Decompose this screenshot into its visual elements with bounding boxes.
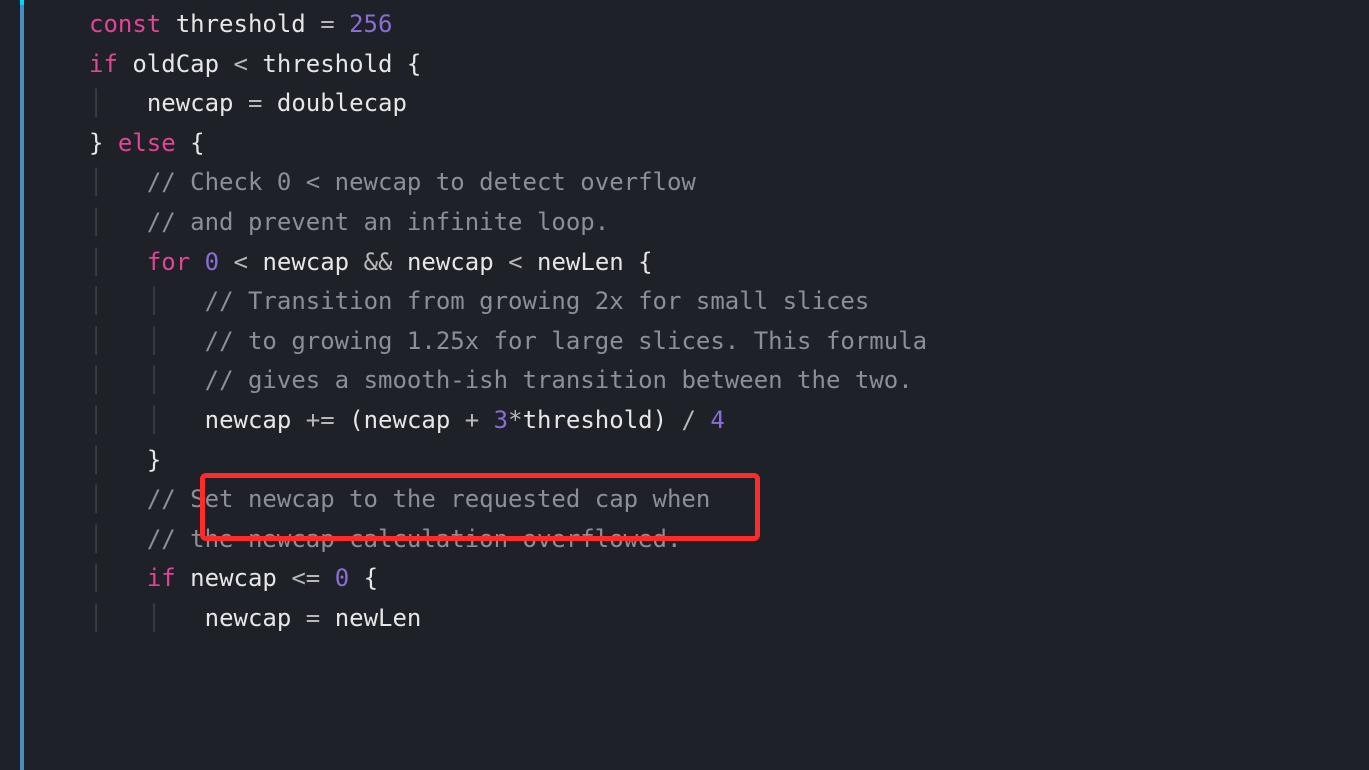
code-line[interactable]: │ │ // Transition from growing 2x for sm…: [35, 282, 1369, 322]
token-ident: threshold: [176, 10, 306, 38]
token-op: &&: [364, 248, 393, 276]
code-line[interactable]: │ }: [35, 441, 1369, 481]
token-ident: newLen: [537, 248, 624, 276]
code-line[interactable]: │ // and prevent an infinite loop.: [35, 203, 1369, 243]
token-op: *: [508, 406, 522, 434]
token-ident: newcap: [190, 564, 277, 592]
code-line[interactable]: │ │ newcap = newLen: [35, 599, 1369, 639]
code-line[interactable]: │ │ // to growing 1.25x for large slices…: [35, 322, 1369, 362]
token-cmt: // gives a smooth-ish transition between…: [205, 366, 913, 394]
token-num: 3: [494, 406, 508, 434]
code-line[interactable]: │ │ // gives a smooth-ish transition bet…: [35, 361, 1369, 401]
code-line[interactable]: } else {: [35, 124, 1369, 164]
token-ident: newcap: [364, 406, 451, 434]
code-line[interactable]: │ // Set newcap to the requested cap whe…: [35, 480, 1369, 520]
token-punc: {: [364, 564, 378, 592]
token-op: +: [465, 406, 479, 434]
token-punc: (: [349, 406, 363, 434]
token-num: 0: [205, 248, 219, 276]
token-op: +=: [306, 406, 335, 434]
token-op: =: [306, 604, 320, 632]
token-kw: if: [147, 564, 176, 592]
token-kw: else: [118, 129, 176, 157]
token-ident: threshold: [523, 406, 653, 434]
token-op: =: [248, 89, 262, 117]
token-punc: {: [190, 129, 204, 157]
code-line[interactable]: │ newcap = doublecap: [35, 84, 1369, 124]
token-ident: oldCap: [132, 50, 219, 78]
token-punc: {: [407, 50, 421, 78]
editor-gutter: [20, 0, 24, 770]
token-ident: newLen: [335, 604, 422, 632]
code-line[interactable]: │ // Check 0 < newcap to detect overflow: [35, 163, 1369, 203]
token-op: <=: [291, 564, 320, 592]
token-punc: }: [89, 129, 103, 157]
token-ident: newcap: [262, 248, 349, 276]
token-op: <: [234, 248, 248, 276]
code-line[interactable]: │ if newcap <= 0 {: [35, 559, 1369, 599]
token-ident: newcap: [147, 89, 234, 117]
token-op: <: [234, 50, 248, 78]
token-ident: newcap: [407, 248, 494, 276]
token-cmt: // Set newcap to the requested cap when: [147, 485, 711, 513]
token-op: /: [682, 406, 696, 434]
code-editor[interactable]: const threshold = 256if oldCap < thresho…: [35, 0, 1369, 639]
token-ident: doublecap: [277, 89, 407, 117]
code-line[interactable]: │ for 0 < newcap && newcap < newLen {: [35, 243, 1369, 283]
token-punc: ): [653, 406, 667, 434]
token-ident: newcap: [205, 406, 292, 434]
token-ident: newcap: [205, 604, 292, 632]
token-cmt: // and prevent an infinite loop.: [147, 208, 609, 236]
code-line[interactable]: │ │ newcap += (newcap + 3*threshold) / 4: [35, 401, 1369, 441]
token-kw: if: [89, 50, 118, 78]
code-line[interactable]: const threshold = 256: [35, 5, 1369, 45]
token-cmt: // the newcap calculation overflowed.: [147, 525, 682, 553]
token-cmt: // to growing 1.25x for large slices. Th…: [205, 327, 927, 355]
token-kw: for: [147, 248, 190, 276]
token-kw: const: [89, 10, 161, 38]
token-op: =: [320, 10, 334, 38]
token-ident: threshold: [262, 50, 392, 78]
token-num: 4: [710, 406, 724, 434]
token-num: 0: [335, 564, 349, 592]
token-punc: {: [638, 248, 652, 276]
token-punc: }: [147, 446, 161, 474]
token-op: <: [508, 248, 522, 276]
token-cmt: // Transition from growing 2x for small …: [205, 287, 870, 315]
code-line[interactable]: if oldCap < threshold {: [35, 45, 1369, 85]
token-num: 256: [349, 10, 392, 38]
token-cmt: // Check 0 < newcap to detect overflow: [147, 168, 696, 196]
code-line[interactable]: │ // the newcap calculation overflowed.: [35, 520, 1369, 560]
